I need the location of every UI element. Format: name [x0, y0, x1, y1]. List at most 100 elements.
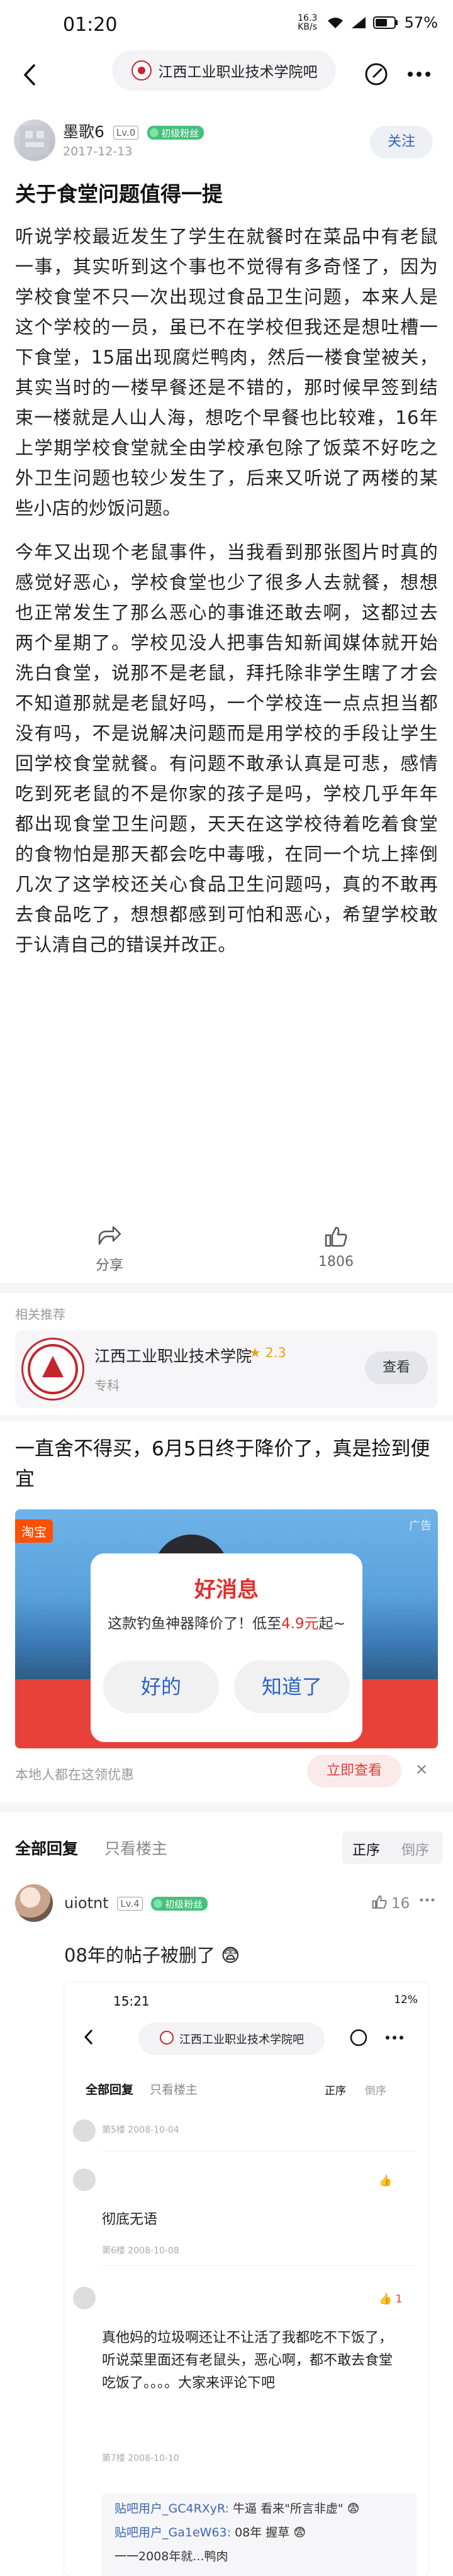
reply-level-badge: Lv.4 — [117, 1897, 143, 1911]
ad-image[interactable]: 淘宝 广告 好消息 这款钓鱼神器降价了！低至4.9元起~ 好的 知道了 — [15, 1509, 438, 1748]
ad-title[interactable]: 一直舍不得买，6月5日终于降价了，真是捡到便宜 — [15, 1434, 438, 1494]
embedded-forum-name: 江西工业职业技术学院吧 — [179, 2033, 304, 2046]
embedded-sub-reply: 贴吧用户_Ga1eW63: 08年 握草 😨 — [115, 2523, 306, 2542]
fan-badge-icon — [154, 1899, 163, 1908]
embedded-battery: 12% — [394, 1994, 418, 2006]
signal-icon — [350, 16, 367, 30]
ad-view-button[interactable]: 立即查看 — [307, 1755, 401, 1787]
embedded-status-time: 15:21 — [113, 1994, 150, 2009]
status-time: 01:20 — [63, 14, 118, 36]
ad-popup: 好消息 这款钓鱼神器降价了！低至4.9元起~ 好的 知道了 — [91, 1553, 362, 1742]
embedded-sub-user: 贴吧用户_Ga1eW63: — [115, 2526, 232, 2540]
more-options-icon[interactable] — [405, 63, 433, 88]
network-speed: 16.3 KB/s — [298, 13, 318, 32]
recommend-score: ★ 2.3 — [249, 1345, 286, 1360]
embedded-floor-text: 真他妈的垃圾啊还让不让活了我都吃不下饭了，听说菜里面还有老鼠头，恶心啊，都不敢去… — [102, 2330, 393, 2391]
embedded-edit-icon — [349, 2028, 369, 2050]
forum-name-pill[interactable]: 江西工业职业技术学院吧 — [112, 50, 336, 91]
ad-footer: 本地人都在这领优惠 — [15, 1767, 134, 1782]
embedded-forum-pill: 江西工业职业技术学院吧 — [138, 2023, 325, 2055]
author-avatar[interactable] — [14, 119, 55, 161]
embedded-back-icon — [82, 2028, 96, 2049]
embedded-floor-text: 彻底无语 — [102, 2212, 158, 2228]
reply-like-count: 16 — [391, 1896, 410, 1912]
like-button[interactable]: 1806 — [311, 1225, 361, 1270]
embedded-sort-bar: 全部回复 只看楼主 正序 倒序 — [64, 2077, 429, 2104]
share-button[interactable]: 分享 — [84, 1225, 135, 1274]
post-body: 听说学校最近发生了学生在就餐时在菜品中有老鼠一事，其实听到这个事也不觉得有多奇怪… — [15, 221, 438, 974]
post-paragraph: 今年又出现个老鼠事件，当我看到那张图片时真的感觉好恶心，学校食堂也少了很多人去就… — [15, 541, 438, 955]
embedded-like-icon: 👍 — [379, 2175, 393, 2187]
embedded-sub-reply: 一一2008年就...鸭肉 — [115, 2547, 228, 2566]
embedded-like-count: 👍 1 — [379, 2293, 403, 2306]
battery-icon — [372, 16, 398, 30]
embedded-like-value: 1 — [395, 2293, 403, 2306]
reply-text: 08年的帖子被删了 😨 — [64, 1945, 240, 1966]
embedded-sub-text: 牛逼 看来"所言非虚" 😨 — [233, 2502, 360, 2516]
author-level-badge: Lv.0 — [113, 126, 139, 140]
recommend-tag: 专科 — [94, 1378, 120, 1393]
reply-like-button[interactable]: 16 — [371, 1894, 410, 1913]
embedded-avatar — [73, 2119, 96, 2142]
ad-tag: 广告 — [409, 1519, 432, 1533]
section-divider — [0, 1283, 453, 1293]
like-count: 1806 — [318, 1254, 354, 1270]
share-label: 分享 — [95, 1258, 123, 1274]
reply-sort-bar: 全部回复 只看楼主 正序 倒序 — [0, 1824, 453, 1869]
reply-image[interactable]: 15:21 12% 江西工业职业技术学院吧 全部回复 只看楼主 正序 倒序 第5… — [64, 1982, 429, 2576]
embedded-sub-replies: 贴吧用户_GC4RXyR: 牛逼 看来"所言非虚" 😨 贴吧用户_Ga1eW63… — [102, 2493, 417, 2576]
reply-avatar[interactable] — [15, 1884, 53, 1922]
forum-name: 江西工业职业技术学院吧 — [158, 64, 318, 80]
embedded-sub-text: 一一2008年就...鸭肉 — [115, 2550, 228, 2563]
section-divider — [0, 1415, 453, 1421]
section-divider — [0, 1802, 453, 1813]
reply-more-icon[interactable] — [418, 1890, 437, 1913]
popup-ok-button[interactable]: 好的 — [103, 1660, 219, 1713]
reply-fan-label: 初级粉丝 — [165, 1898, 203, 1910]
embedded-sub-reply: 贴吧用户_GC4RXyR: 牛逼 看来"所言非虚" 😨 — [115, 2499, 359, 2518]
popup-text-prefix: 这款钓鱼神器降价了！低至 — [108, 1616, 282, 1632]
popup-heading: 好消息 — [194, 1577, 259, 1602]
post-paragraph: 听说学校最近发生了学生在就餐时在菜品中有老鼠一事，其实听到这个事也不觉得有多奇怪… — [15, 226, 438, 519]
sort-asc[interactable]: 正序 — [352, 1839, 380, 1859]
popup-know-button[interactable]: 知道了 — [234, 1660, 350, 1713]
share-icon — [84, 1225, 135, 1248]
embedded-tab-owner: 只看楼主 — [150, 2083, 198, 2097]
embedded-more-icon — [384, 2031, 405, 2046]
edit-post-icon[interactable] — [362, 60, 390, 91]
follow-button[interactable]: 关注 — [370, 126, 433, 158]
status-bar: 01:20 16.3 KB/s 57% — [0, 0, 453, 50]
sort-desc[interactable]: 倒序 — [401, 1839, 429, 1859]
embedded-sort-asc: 正序 — [325, 2085, 346, 2097]
fan-badge: 初级粉丝 — [147, 126, 204, 140]
embedded-separator — [102, 2265, 417, 2266]
embedded-sub-user: 贴吧用户_GC4RXyR: — [115, 2502, 230, 2516]
post-title: 关于食堂问题值得一提 — [15, 182, 223, 206]
back-button[interactable] — [18, 60, 43, 89]
author-name[interactable]: 墨歌6 — [63, 123, 104, 141]
forum-logo-icon — [131, 60, 152, 81]
recommend-card[interactable]: 江西工业职业技术学院 ★ 2.3 专科 查看 — [15, 1330, 438, 1408]
school-logo-icon — [21, 1338, 84, 1401]
thumbs-up-icon — [371, 1894, 388, 1913]
tab-owner-only[interactable]: 只看楼主 — [104, 1836, 167, 1859]
embedded-tab-all: 全部回复 — [86, 2083, 134, 2097]
thumbs-up-icon — [311, 1225, 361, 1248]
reply-username[interactable]: uiotnt — [64, 1894, 109, 1912]
wifi-icon — [327, 16, 344, 30]
view-button[interactable]: 查看 — [365, 1352, 428, 1384]
embedded-floor-info: 第5楼 2008-10-04 — [102, 2125, 179, 2135]
embedded-floor-info: 第6楼 2008-10-08 — [102, 2246, 179, 2256]
embedded-forum-logo-icon — [159, 2030, 174, 2048]
embedded-avatar — [73, 2287, 96, 2309]
popup-text-suffix: 起~ — [318, 1616, 345, 1632]
tab-all-replies[interactable]: 全部回复 — [15, 1836, 78, 1859]
embedded-sub-text: 08年 握草 😨 — [235, 2526, 306, 2540]
ad-close-icon[interactable]: ✕ — [415, 1761, 428, 1779]
embedded-avatar — [73, 2168, 96, 2191]
taobao-label: 淘宝 — [15, 1519, 53, 1543]
recommend-name: 江西工业职业技术学院 — [94, 1347, 252, 1365]
reply-fan-badge: 初级粉丝 — [151, 1897, 208, 1911]
embedded-floor-info: 第7楼 2008-10-10 — [102, 2453, 179, 2463]
post-date: 2017-12-13 — [63, 145, 133, 158]
